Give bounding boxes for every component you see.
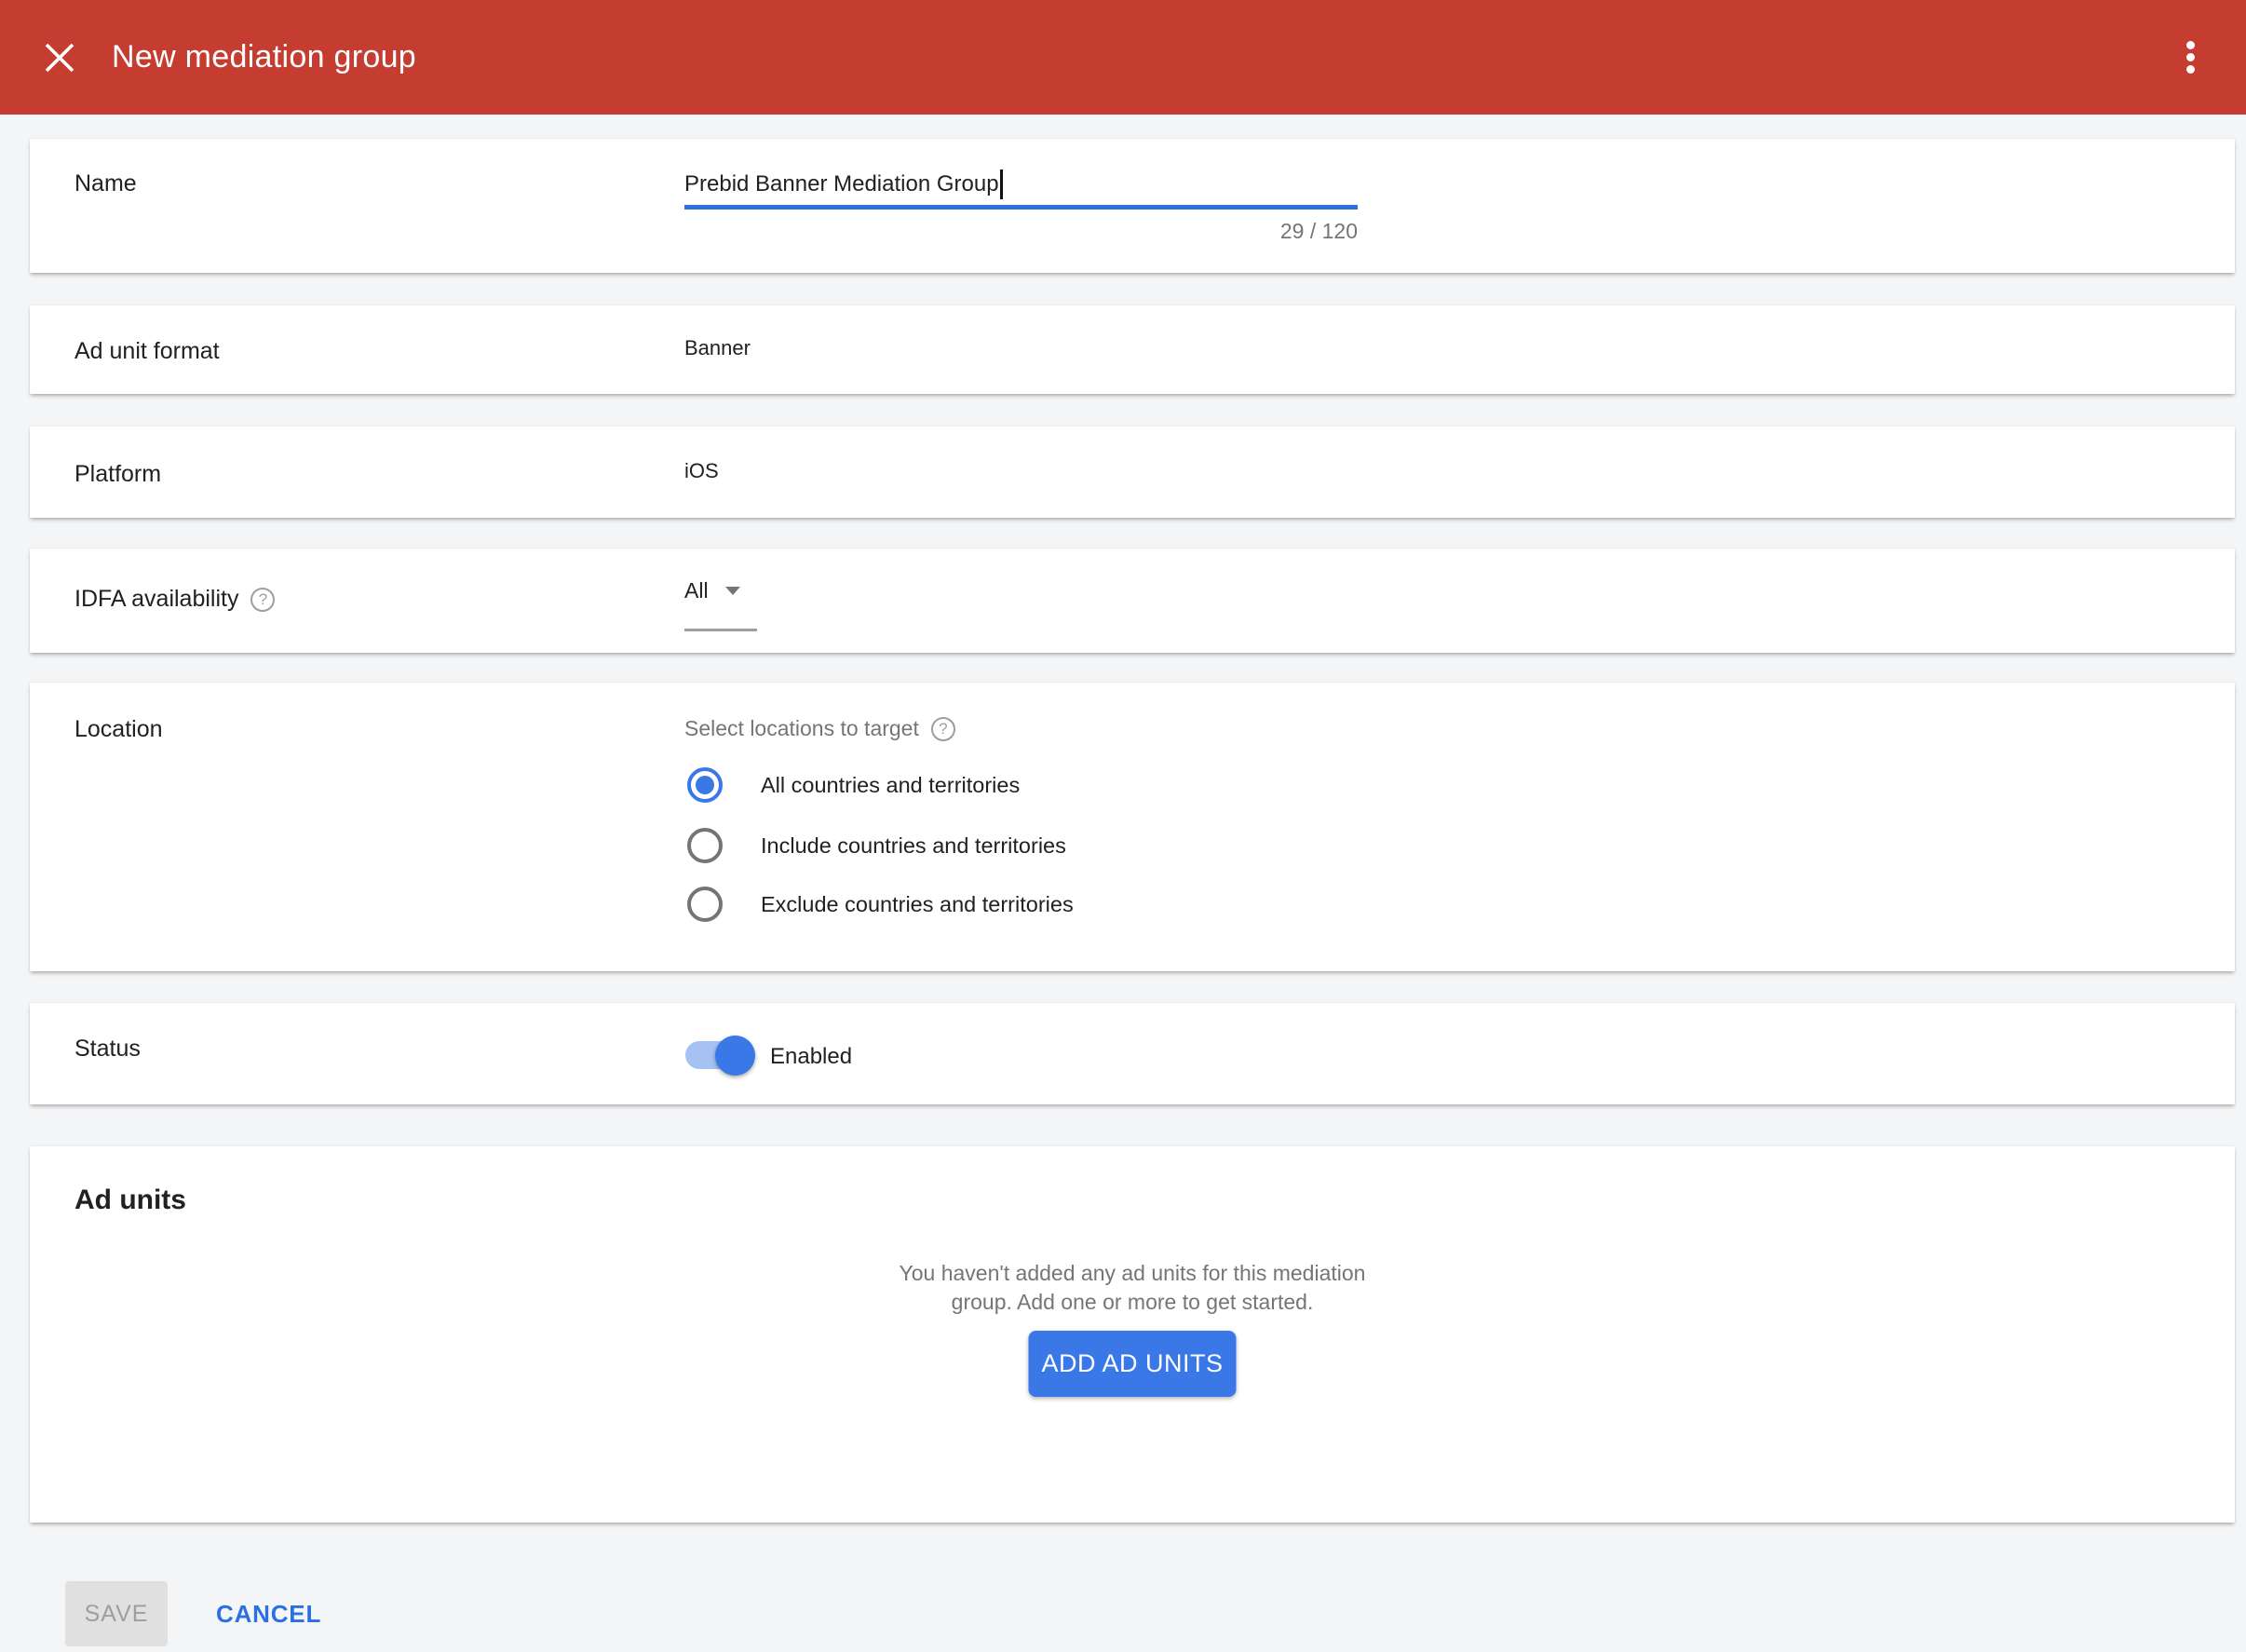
add-ad-units-button[interactable]: ADD AD UNITS xyxy=(1029,1331,1237,1397)
radio-exclude-countries[interactable]: Exclude countries and territories xyxy=(687,887,1074,922)
card-ad-unit-format: Ad unit format Banner xyxy=(30,305,2235,394)
idfa-label: IDFA availability ? xyxy=(74,586,275,613)
dropdown-arrow-icon xyxy=(725,587,740,595)
name-label: Name xyxy=(74,170,137,197)
status-label: Status xyxy=(74,1036,141,1063)
radio-label: Exclude countries and territories xyxy=(761,892,1074,917)
help-icon[interactable]: ? xyxy=(250,588,275,612)
radio-all-countries[interactable]: All countries and territories xyxy=(687,767,1020,803)
card-location: Location Select locations to target ? Al… xyxy=(30,683,2235,971)
ad-unit-format-label: Ad unit format xyxy=(74,338,220,365)
radio-button-icon xyxy=(687,887,723,922)
radio-label: All countries and territories xyxy=(761,773,1020,798)
idfa-dropdown-value: All xyxy=(684,578,709,603)
char-counter: 29 / 120 xyxy=(684,219,1358,244)
card-ad-units: Ad units You haven't added any ad units … xyxy=(30,1146,2235,1523)
card-idfa-availability: IDFA availability ? All xyxy=(30,548,2235,653)
platform-value: iOS xyxy=(684,459,719,483)
close-x-glyph xyxy=(42,40,77,75)
idfa-dropdown[interactable]: All xyxy=(684,578,757,631)
app-bar: New mediation group xyxy=(0,0,2246,115)
radio-button-icon xyxy=(687,828,723,863)
radio-label: Include countries and territories xyxy=(761,833,1066,859)
radio-button-icon xyxy=(687,767,723,803)
status-value: Enabled xyxy=(770,1044,852,1070)
dot xyxy=(2186,65,2195,74)
form-content: Name Prebid Banner Mediation Group 29 / … xyxy=(0,115,2246,1646)
dot xyxy=(2186,53,2195,61)
location-prompt-text: Select locations to target xyxy=(684,716,919,741)
location-label: Location xyxy=(74,716,163,743)
card-platform: Platform iOS xyxy=(30,427,2235,518)
close-icon[interactable] xyxy=(24,22,95,93)
platform-label: Platform xyxy=(74,461,161,488)
page-title: New mediation group xyxy=(112,39,416,75)
name-input[interactable]: Prebid Banner Mediation Group 29 / 120 xyxy=(684,167,1358,244)
card-name: Name Prebid Banner Mediation Group 29 / … xyxy=(30,139,2235,273)
radio-include-countries[interactable]: Include countries and territories xyxy=(687,828,1066,863)
name-input-value: Prebid Banner Mediation Group xyxy=(684,171,999,197)
ad-unit-format-value: Banner xyxy=(684,336,751,360)
dropdown-underline xyxy=(684,629,757,631)
idfa-label-text: IDFA availability xyxy=(74,586,238,613)
ad-units-heading: Ad units xyxy=(74,1185,186,1216)
card-status: Status Enabled xyxy=(30,1003,2235,1104)
empty-state-line: You haven't added any ad units for this … xyxy=(30,1259,2235,1288)
overflow-menu-icon[interactable] xyxy=(2162,22,2218,93)
save-button[interactable]: SAVE xyxy=(65,1581,168,1646)
toggle-thumb xyxy=(715,1036,755,1076)
input-focus-underline xyxy=(684,205,1358,210)
cancel-button[interactable]: CANCEL xyxy=(216,1600,321,1629)
empty-state-line: group. Add one or more to get started. xyxy=(30,1288,2235,1317)
status-toggle[interactable] xyxy=(685,1041,751,1069)
help-icon[interactable]: ? xyxy=(931,717,955,741)
footer-actions: SAVE CANCEL xyxy=(65,1581,2235,1646)
ad-units-empty-state: You haven't added any ad units for this … xyxy=(30,1259,2235,1317)
dot xyxy=(2186,41,2195,49)
location-prompt: Select locations to target ? xyxy=(684,716,955,741)
text-caret xyxy=(1000,169,1003,199)
